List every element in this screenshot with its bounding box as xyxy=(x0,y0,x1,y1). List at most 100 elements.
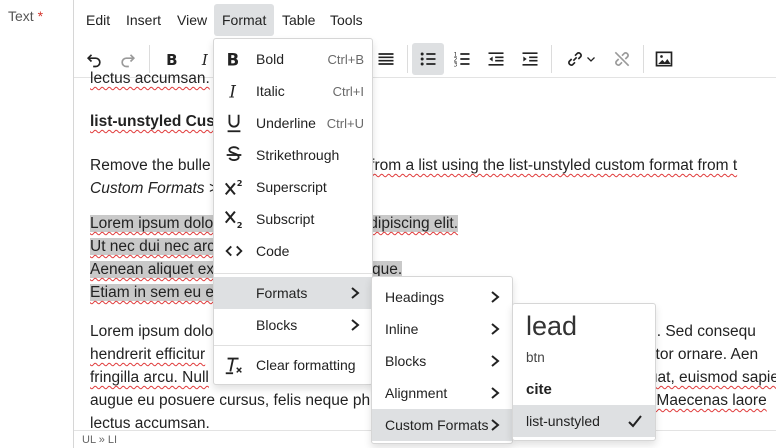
chevron-right-icon xyxy=(491,323,500,335)
required-mark: * xyxy=(37,8,44,24)
paragraph-text: hendrerit efficitur xyxy=(90,346,206,363)
list-item-text: Lorem ipsum dolo xyxy=(90,215,214,232)
custom-item-lead[interactable]: lead xyxy=(513,306,655,346)
field-label-text: Text xyxy=(8,8,34,24)
unlink-icon xyxy=(614,51,630,67)
bullet-list-button[interactable] xyxy=(412,43,444,75)
menu-item-spacer xyxy=(222,281,246,305)
underline-icon xyxy=(222,111,246,135)
custom-item-cite[interactable]: cite xyxy=(513,373,655,405)
menu-item-label: cite xyxy=(526,380,552,398)
unlink-button[interactable] xyxy=(606,43,638,75)
align-justify-button[interactable] xyxy=(370,43,402,75)
list-item-text: Ut nec dui nec arc xyxy=(90,238,215,255)
chevron-right-icon xyxy=(491,387,500,399)
menu-item-label: Superscript xyxy=(256,179,327,195)
paragraph: Remove the bulle ng from a list using the… xyxy=(90,154,737,177)
custom-item-list-unstyled[interactable]: list-unstyled xyxy=(513,405,655,437)
strikethrough-icon xyxy=(222,143,246,167)
menu-edit[interactable]: Edit xyxy=(78,4,118,36)
toolbar-divider xyxy=(551,45,552,73)
section-heading: list-unstyled Cus xyxy=(90,110,215,133)
menu-item-label: Subscript xyxy=(256,211,315,227)
formats-item-alignment[interactable]: Alignment xyxy=(372,377,512,409)
redo-icon xyxy=(121,54,136,68)
paragraph-text: Remove the bulle xyxy=(90,157,211,174)
menu-divider xyxy=(214,273,372,274)
chevron-down-icon xyxy=(587,57,595,62)
menu-format[interactable]: Format xyxy=(214,4,275,36)
indent-icon xyxy=(522,52,538,66)
menu-tools[interactable]: Tools xyxy=(322,4,371,36)
paragraph-text: it. Maecenas laore xyxy=(640,392,767,409)
format-item-italic[interactable]: I Italic Ctrl+I xyxy=(214,75,372,107)
subscript-icon: 2 xyxy=(222,207,246,231)
bullet-list-icon xyxy=(420,52,436,66)
paragraph-fragment: lectus accumsan. xyxy=(90,67,210,90)
paragraph-text: augue eu posuere cursus, felis neque ph xyxy=(90,392,371,409)
indent-button[interactable] xyxy=(514,43,546,75)
menu-item-label: Bold xyxy=(256,51,285,67)
format-item-subscript[interactable]: 2 Subscript xyxy=(214,203,372,235)
menu-item-label: lead xyxy=(526,310,578,341)
link-icon xyxy=(568,52,582,66)
custom-formats-submenu: lead btn cite list-unstyled xyxy=(512,303,656,441)
menu-divider xyxy=(214,345,372,346)
formats-item-custom-formats[interactable]: Custom Formats xyxy=(372,409,512,441)
format-item-clear-formatting[interactable]: Clear formatting xyxy=(214,349,372,381)
format-item-strikethrough[interactable]: Strikethrough xyxy=(214,139,372,171)
format-item-blocks[interactable]: Blocks xyxy=(214,309,372,341)
numbered-list-button[interactable]: 123 xyxy=(446,43,478,75)
menu-item-label: Clear formatting xyxy=(256,357,356,373)
paragraph-text: Lorem ipsum dolo xyxy=(90,323,214,340)
chevron-right-icon xyxy=(351,287,360,299)
heading-text: list-unstyled Cus xyxy=(90,113,215,130)
list-item-text: Etiam in sem eu e xyxy=(90,284,215,301)
menu-table[interactable]: Table xyxy=(274,4,323,36)
list-item-text: Aenean aliquet ex xyxy=(90,261,215,278)
format-item-formats[interactable]: Formats xyxy=(214,277,372,309)
image-icon xyxy=(655,51,673,67)
svg-text:2: 2 xyxy=(237,178,243,188)
insert-image-button[interactable] xyxy=(648,43,680,75)
menu-view[interactable]: View xyxy=(169,4,215,36)
menu-item-spacer xyxy=(222,313,246,337)
numbered-list-icon: 123 xyxy=(454,53,470,69)
svg-text:3: 3 xyxy=(454,63,458,69)
menu-item-shortcut: Ctrl+I xyxy=(332,83,364,99)
formats-submenu: Headings Inline Blocks Alignment Custom … xyxy=(371,276,513,444)
paragraph-text: uat, euismod sapie xyxy=(648,369,776,386)
outdent-button[interactable] xyxy=(480,43,512,75)
chevron-right-icon xyxy=(491,291,500,303)
italic-icon: I xyxy=(222,79,246,103)
clear-formatting-icon xyxy=(222,353,246,377)
paragraph-text: fringilla arcu. Null xyxy=(90,369,209,386)
format-item-underline[interactable]: Underline Ctrl+U xyxy=(214,107,372,139)
format-item-superscript[interactable]: 2 Superscript xyxy=(214,171,372,203)
element-path[interactable]: UL » LI xyxy=(82,434,117,446)
toolbar-divider xyxy=(643,45,644,73)
menu-item-label: btn xyxy=(526,349,545,365)
menu-insert[interactable]: Insert xyxy=(118,4,169,36)
superscript-icon: 2 xyxy=(222,175,246,199)
custom-item-btn[interactable]: btn xyxy=(513,341,655,373)
format-item-bold[interactable]: B Bold Ctrl+B xyxy=(214,43,372,75)
bold-icon: B xyxy=(166,51,177,69)
align-justify-icon xyxy=(378,53,394,65)
undo-icon xyxy=(86,54,101,68)
menu-item-label: Italic xyxy=(256,83,285,99)
formats-item-headings[interactable]: Headings xyxy=(372,281,512,313)
paragraph-text: uctor ornare. Aen xyxy=(639,346,759,363)
bold-icon: B xyxy=(222,47,246,71)
format-menu: B Bold Ctrl+B I Italic Ctrl+I Underline … xyxy=(213,38,373,385)
svg-text:2: 2 xyxy=(237,220,243,230)
chevron-right-icon xyxy=(491,419,500,431)
chevron-right-icon xyxy=(351,319,360,331)
svg-text:B: B xyxy=(227,50,240,69)
formats-item-inline[interactable]: Inline xyxy=(372,313,512,345)
formats-item-blocks[interactable]: Blocks xyxy=(372,345,512,377)
outdent-icon xyxy=(488,52,504,66)
link-button[interactable] xyxy=(558,43,604,75)
checkmark-icon xyxy=(628,415,642,428)
format-item-code[interactable]: Code xyxy=(214,235,372,267)
